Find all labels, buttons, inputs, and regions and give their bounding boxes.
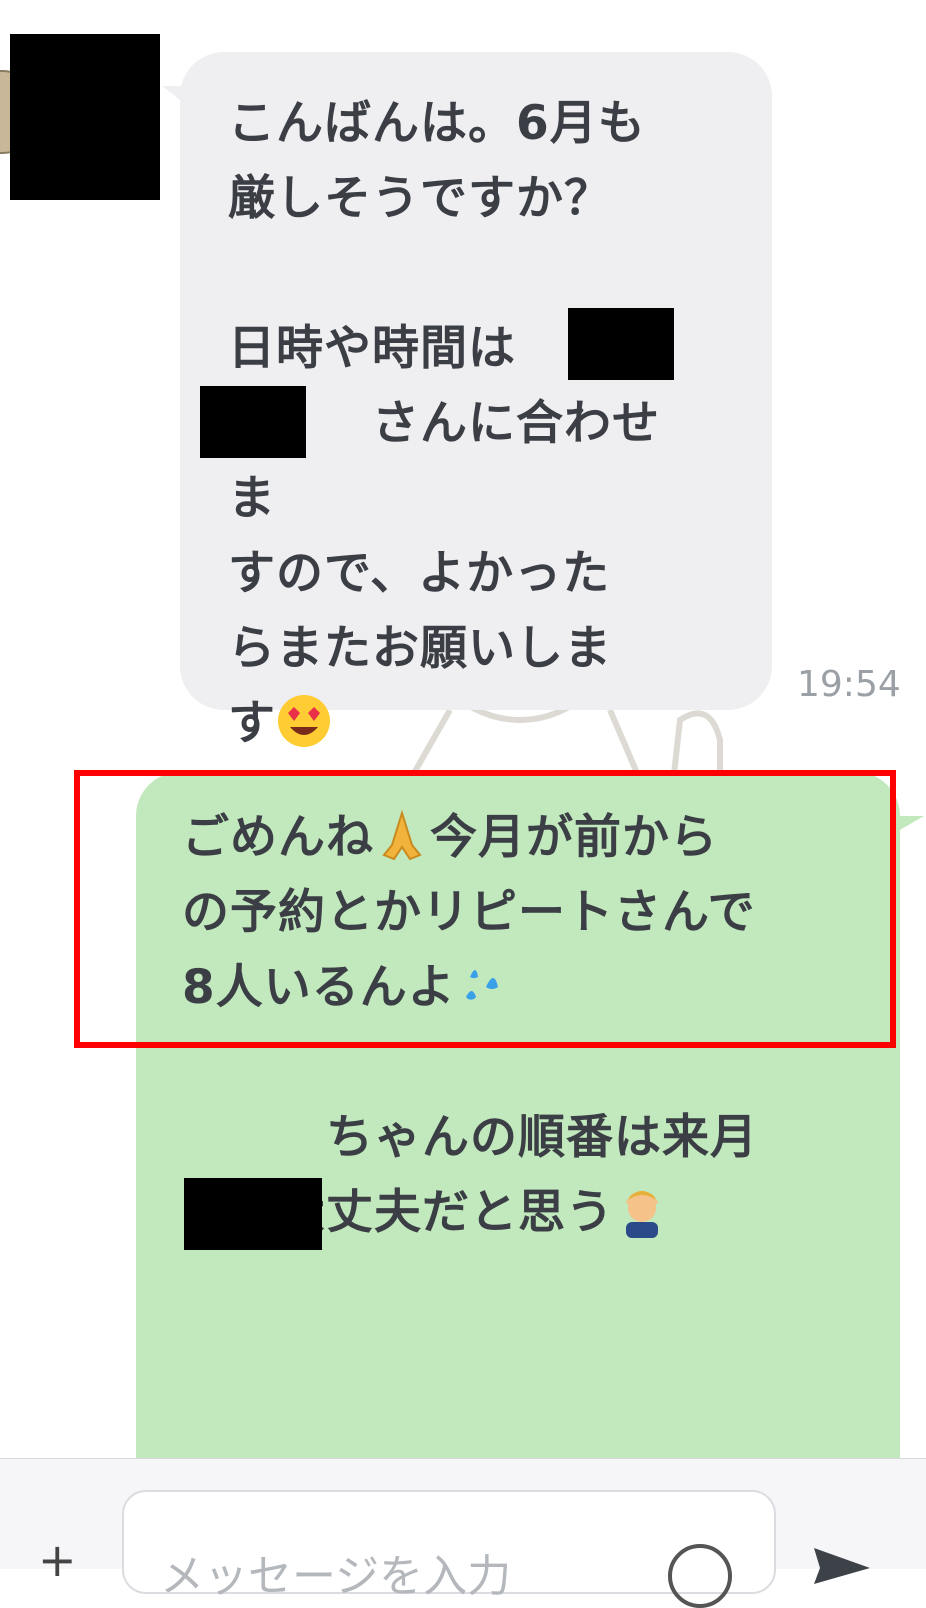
send-icon[interactable] — [812, 1544, 872, 1584]
person-ok-gesture-emoji — [614, 1182, 670, 1238]
name-redaction-3 — [184, 1178, 322, 1250]
emoji-picker-icon[interactable] — [668, 1544, 732, 1608]
avatar-redaction — [10, 34, 160, 200]
message-input-placeholder: メッセージを入力 — [160, 1551, 512, 1602]
heart-eyes-emoji — [276, 693, 332, 749]
highlight-box — [74, 770, 896, 1048]
plus-icon[interactable]: + — [38, 1537, 78, 1583]
name-redaction-2 — [200, 386, 306, 458]
name-redaction-1 — [568, 308, 674, 380]
message-timestamp: 19:54 — [797, 664, 901, 705]
